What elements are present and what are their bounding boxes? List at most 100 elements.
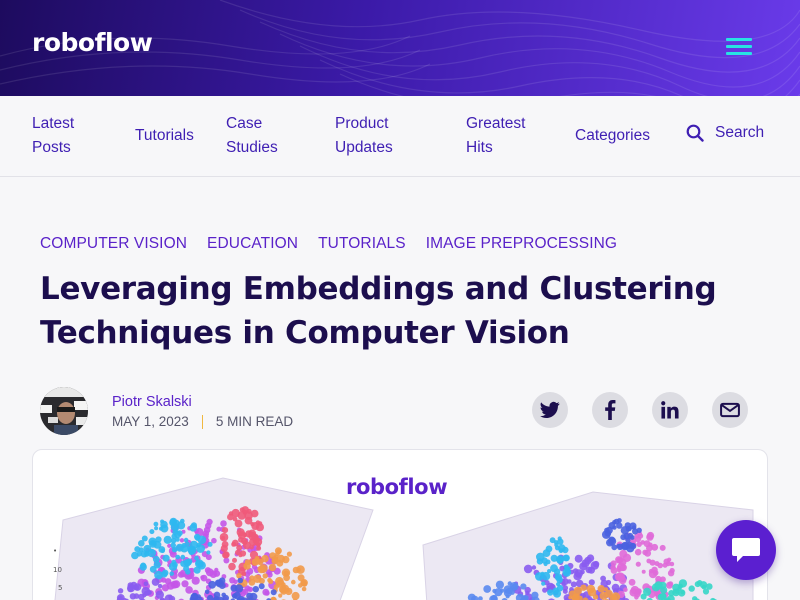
nav-item-tutorials[interactable]: Tutorials xyxy=(135,124,194,148)
scatter-point xyxy=(610,567,618,574)
share-linkedin-button[interactable] xyxy=(652,392,688,428)
scatter-point xyxy=(585,566,593,574)
scatter-point xyxy=(262,573,268,579)
nav-item-latest-posts[interactable]: Latest Posts xyxy=(32,112,74,160)
scatter-point xyxy=(634,595,639,600)
author-photo xyxy=(40,387,88,435)
scatter-point xyxy=(143,581,149,587)
nav-label: Greatest xyxy=(466,115,526,132)
scatter-point xyxy=(200,575,205,580)
author-name[interactable]: Piotr Skalski xyxy=(112,394,192,410)
scatter-point xyxy=(236,573,242,579)
scatter-point xyxy=(136,551,142,557)
scatter-point xyxy=(587,587,597,597)
scatter-point xyxy=(614,572,624,582)
scatter-point xyxy=(592,560,600,568)
scatter-point xyxy=(663,558,670,565)
scatter-point xyxy=(188,549,194,555)
chat-bubble-icon xyxy=(732,538,760,562)
nav-item-greatest-hits[interactable]: Greatest Hits xyxy=(466,112,525,160)
scatter-point xyxy=(194,555,199,561)
scatter-point xyxy=(638,533,644,539)
scatter-point xyxy=(166,582,175,590)
scatter-point xyxy=(291,591,300,600)
scatter-point xyxy=(599,591,608,600)
scatter-point xyxy=(234,519,243,528)
avatar[interactable] xyxy=(40,387,88,435)
publish-date: MAY 1, 2023 xyxy=(112,414,189,429)
search-button[interactable]: Search xyxy=(686,124,764,142)
scatter-point xyxy=(678,579,688,588)
scatter-point xyxy=(241,571,247,577)
scatter-point xyxy=(646,531,655,540)
scatter-point xyxy=(635,561,641,567)
scatter-point xyxy=(183,537,189,543)
scatter-point xyxy=(541,581,546,586)
tag-image-preprocessing[interactable]: IMAGE PREPROCESSING xyxy=(426,235,617,253)
scatter-point xyxy=(701,584,707,590)
scatter-point xyxy=(619,549,628,558)
meta-divider xyxy=(201,414,203,429)
article-title: Leveraging Embeddings and Clustering Tec… xyxy=(40,271,717,351)
nav-label: Studies xyxy=(226,139,278,156)
nav-item-case-studies[interactable]: Case Studies xyxy=(226,112,278,160)
share-twitter-button[interactable] xyxy=(532,392,568,428)
tag-computer-vision[interactable]: COMPUTER VISION xyxy=(40,235,187,253)
scatter-point xyxy=(175,543,184,552)
scatter-point xyxy=(141,586,151,596)
scatter-point xyxy=(629,522,637,530)
scatter-point xyxy=(278,593,283,598)
hero-image: roboflow • 10 5 xyxy=(32,449,768,600)
scatter-point xyxy=(255,520,261,525)
scatter-point xyxy=(520,583,527,590)
scatter-point xyxy=(214,567,219,572)
scatter-point xyxy=(492,588,497,594)
scatter-point xyxy=(581,562,586,568)
scatter-point xyxy=(256,545,262,551)
scatter-point xyxy=(151,578,160,586)
scatter-point xyxy=(505,594,510,599)
scatter-point xyxy=(616,543,621,549)
scatter-point xyxy=(629,542,637,550)
search-label: Search xyxy=(715,124,765,141)
site-logo[interactable]: roboflow xyxy=(32,28,153,57)
scatter-point xyxy=(228,562,236,571)
scatter-point xyxy=(247,587,252,592)
scatter-point xyxy=(161,569,169,577)
scatter-point xyxy=(149,549,154,554)
share-email-button[interactable] xyxy=(712,392,748,428)
scatter-point xyxy=(688,585,695,592)
scatter-point xyxy=(169,571,174,576)
tag-education[interactable]: EDUCATION xyxy=(207,235,298,253)
scatter-point xyxy=(252,586,259,593)
scatter-point xyxy=(254,537,263,546)
scatter-point xyxy=(232,557,237,563)
scatter-point xyxy=(574,554,583,563)
scatter-point xyxy=(276,549,281,554)
scatter-point xyxy=(138,540,145,547)
nav-item-product-updates[interactable]: Product Updates xyxy=(335,112,393,160)
scatter-point xyxy=(495,580,504,589)
scatter-point xyxy=(140,562,147,569)
scatter-point xyxy=(134,546,141,553)
scatter-point xyxy=(617,568,622,573)
scatter-point xyxy=(586,554,595,562)
menu-icon[interactable] xyxy=(726,38,752,58)
share-facebook-button[interactable] xyxy=(592,392,628,428)
nav-item-categories[interactable]: Categories xyxy=(575,124,650,148)
scatter-point xyxy=(244,559,251,566)
read-time: 5 MIN READ xyxy=(215,414,294,429)
scatter-point xyxy=(183,565,190,572)
scatter-point xyxy=(155,536,162,543)
scatter-point xyxy=(162,554,170,562)
tag-tutorials[interactable]: TUTORIALS xyxy=(318,235,406,253)
scatter-point xyxy=(221,592,226,598)
scatter-point xyxy=(154,526,159,531)
scatter-point xyxy=(620,541,630,551)
scatter-point xyxy=(197,561,206,570)
scatter-point xyxy=(276,559,284,567)
scatter-point xyxy=(575,593,580,598)
scatter-point xyxy=(564,569,570,576)
chat-widget-button[interactable] xyxy=(716,520,776,580)
scatter-point xyxy=(239,507,245,513)
